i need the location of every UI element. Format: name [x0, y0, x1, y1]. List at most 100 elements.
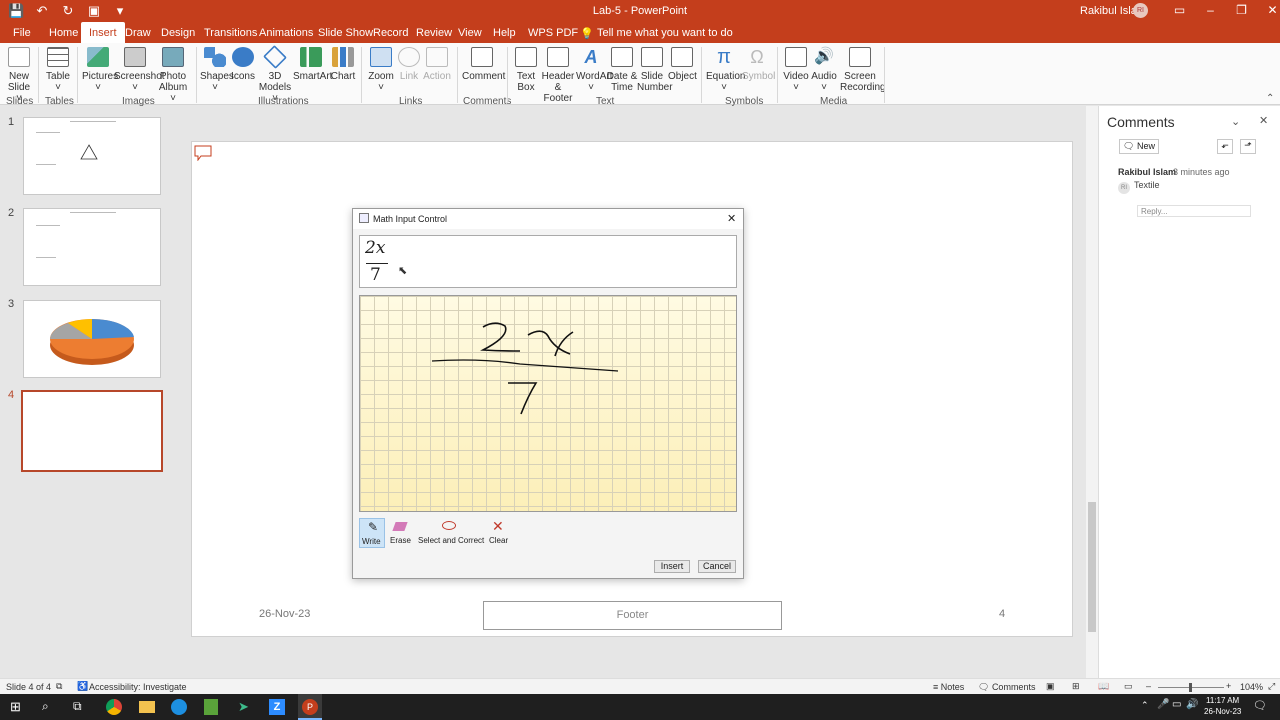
- spelling-icon[interactable]: ⧉: [56, 681, 62, 692]
- audio-button[interactable]: 🔊 Audio ˅: [810, 47, 838, 93]
- powerpoint-taskbar-button[interactable]: P: [298, 694, 322, 720]
- zoom-app-icon[interactable]: Z: [269, 699, 285, 715]
- chrome-icon[interactable]: [106, 699, 122, 715]
- ribbon-display-icon[interactable]: ▭: [1164, 2, 1195, 18]
- vertical-scrollbar[interactable]: [1086, 106, 1098, 678]
- date-time-button[interactable]: Date & Time: [606, 47, 638, 93]
- collapse-ribbon-icon[interactable]: ⌃: [1266, 93, 1274, 104]
- smartart-button[interactable]: SmartArt: [293, 47, 332, 82]
- tab-design[interactable]: Design: [161, 27, 195, 39]
- comment-marker-icon[interactable]: [194, 145, 212, 161]
- edge-icon[interactable]: [171, 699, 187, 715]
- zoom-button[interactable]: Zoom ˅: [367, 47, 395, 93]
- notepad-icon[interactable]: [204, 699, 218, 715]
- zoom-level[interactable]: 104%: [1240, 682, 1263, 692]
- tab-help[interactable]: Help: [493, 27, 516, 39]
- notes-button[interactable]: ≡ Notes: [933, 682, 964, 692]
- insert-button[interactable]: Insert: [654, 560, 690, 573]
- pane-options-icon[interactable]: ⌄: [1231, 115, 1240, 128]
- action-button[interactable]: Action: [422, 47, 452, 82]
- zoom-out-icon[interactable]: –: [1146, 681, 1151, 691]
- comments-button[interactable]: 🗨 Comments: [978, 682, 1035, 693]
- icons-button[interactable]: Icons: [230, 47, 256, 82]
- screenshot-button[interactable]: Screenshot ˅: [114, 47, 165, 93]
- volume-icon[interactable]: 🔊: [1186, 699, 1198, 710]
- tab-home[interactable]: Home: [49, 27, 78, 39]
- tab-slide-show[interactable]: Slide Show: [318, 27, 373, 39]
- comment-button[interactable]: Comment: [462, 47, 505, 82]
- title-bar: 💾 ↶ ↻ ▣ ▾ Lab-5 - PowerPoint Rakibul Isl…: [0, 0, 1280, 22]
- clear-tool-button[interactable]: ✕ Clear: [486, 518, 512, 548]
- slide-thumbnail-3[interactable]: [23, 300, 161, 378]
- shapes-button[interactable]: Shapes ˅: [200, 47, 234, 93]
- previous-comment-button[interactable]: ⬐: [1217, 139, 1233, 154]
- erase-tool-button[interactable]: Erase: [388, 518, 412, 548]
- windows-start-icon[interactable]: ⊞: [10, 699, 21, 715]
- slide-number-button[interactable]: Slide Number: [637, 47, 673, 93]
- slide-thumbnail-1[interactable]: [23, 117, 161, 195]
- network-icon[interactable]: ▭: [1172, 699, 1181, 710]
- table-button[interactable]: Table ˅: [44, 47, 72, 93]
- tab-view[interactable]: View: [458, 27, 482, 39]
- microphone-icon[interactable]: 🎤: [1157, 699, 1169, 710]
- tab-insert[interactable]: Insert: [81, 22, 125, 43]
- handwriting-canvas[interactable]: [359, 295, 737, 512]
- screen-recording-button[interactable]: Screen Recording: [840, 47, 886, 93]
- wordart-button[interactable]: A WordArt ˅: [576, 47, 613, 93]
- write-tool-button[interactable]: ✎ Write: [359, 518, 385, 548]
- restore-button[interactable]: ❐: [1226, 2, 1257, 18]
- file-explorer-icon[interactable]: [139, 701, 155, 713]
- link-button[interactable]: Link: [397, 47, 421, 82]
- task-view-icon[interactable]: ⧉: [73, 699, 82, 714]
- zoom-slider[interactable]: [1158, 683, 1224, 692]
- zoom-in-icon[interactable]: +: [1226, 681, 1231, 691]
- next-comment-button[interactable]: ⬏: [1240, 139, 1256, 154]
- tell-me-search[interactable]: Tell me what you want to do: [597, 27, 733, 39]
- text-box-button[interactable]: Text Box: [512, 47, 540, 93]
- tray-chevron-icon[interactable]: ⌃: [1141, 700, 1149, 711]
- close-button[interactable]: ✕: [1257, 2, 1280, 18]
- tab-wps-pdf[interactable]: WPS PDF: [528, 27, 578, 39]
- clock-time[interactable]: 11:17 AM: [1206, 696, 1239, 705]
- tab-record[interactable]: Record: [373, 27, 408, 39]
- close-pane-icon[interactable]: ✕: [1259, 114, 1268, 127]
- tab-draw[interactable]: Draw: [125, 27, 151, 39]
- tab-review[interactable]: Review: [416, 27, 452, 39]
- accessibility-icon[interactable]: ♿: [77, 681, 88, 692]
- notifications-icon[interactable]: 🗨: [1253, 699, 1267, 712]
- normal-view-icon[interactable]: ▣: [1046, 681, 1055, 692]
- select-correct-tool-button[interactable]: Select and Correct: [416, 518, 484, 548]
- photo-album-button[interactable]: Photo Album ˅: [156, 47, 190, 104]
- ribbon-separator: [507, 47, 508, 103]
- footer-placeholder[interactable]: Footer: [483, 601, 782, 630]
- dialog-close-button[interactable]: ✕: [727, 212, 736, 225]
- reply-input[interactable]: Reply...: [1137, 205, 1251, 217]
- chart-button[interactable]: Chart: [330, 47, 356, 82]
- slide-thumbnail-2[interactable]: [23, 208, 161, 286]
- cancel-button[interactable]: Cancel: [698, 560, 736, 573]
- user-avatar[interactable]: RI: [1133, 3, 1148, 18]
- header-footer-button[interactable]: Header & Footer: [540, 47, 576, 104]
- tab-file[interactable]: File: [13, 27, 31, 39]
- zoom-slider-thumb[interactable]: [1189, 683, 1192, 692]
- object-button[interactable]: Object: [668, 47, 697, 82]
- tab-animations[interactable]: Animations: [259, 27, 313, 39]
- slide-thumbnail-4[interactable]: [21, 390, 163, 472]
- app-arrow-icon[interactable]: ➤: [238, 699, 249, 715]
- accessibility-status[interactable]: Accessibility: Investigate: [89, 682, 187, 692]
- slideshow-view-icon[interactable]: ▭: [1124, 681, 1133, 692]
- new-comment-button[interactable]: 🗨 New: [1119, 139, 1159, 154]
- pictures-button[interactable]: Pictures ˅: [82, 47, 118, 93]
- slide-sorter-icon[interactable]: ⊞: [1072, 681, 1080, 692]
- symbol-button[interactable]: Ω Symbol: [742, 47, 775, 82]
- equation-button[interactable]: π Equation ˅: [706, 47, 745, 93]
- clock-date[interactable]: 26-Nov-23: [1204, 707, 1241, 716]
- search-icon[interactable]: ⌕: [42, 699, 49, 714]
- scrollbar-thumb[interactable]: [1088, 502, 1096, 632]
- minimize-button[interactable]: –: [1195, 2, 1226, 18]
- fit-slide-icon[interactable]: ⤢: [1268, 681, 1275, 692]
- tab-transitions[interactable]: Transitions: [204, 27, 257, 39]
- reading-view-icon[interactable]: 📖: [1098, 681, 1109, 692]
- slide-info: Slide 4 of 4: [6, 682, 52, 692]
- video-button[interactable]: Video ˅: [782, 47, 810, 93]
